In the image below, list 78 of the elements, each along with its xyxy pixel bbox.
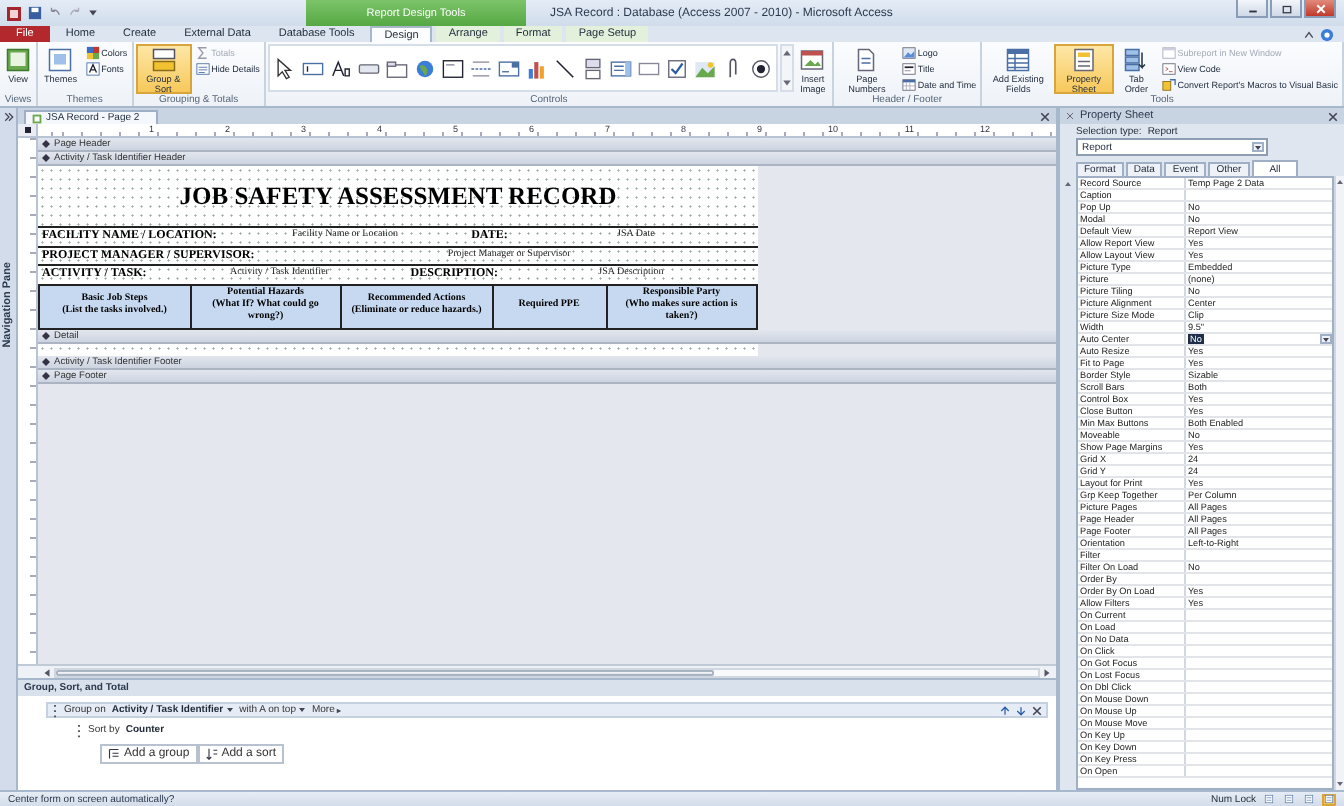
tab-control-icon[interactable]	[385, 57, 408, 79]
page-icon	[854, 48, 879, 72]
line-icon[interactable]	[553, 57, 576, 79]
drag-handle-icon	[52, 703, 58, 717]
caret-icon	[225, 706, 234, 714]
caret-icon	[1322, 335, 1330, 343]
title-icon	[901, 62, 916, 76]
collapse-icon[interactable]	[1066, 112, 1074, 120]
window-icon	[1161, 46, 1176, 60]
view-icon	[1324, 794, 1334, 804]
view-button[interactable]	[1302, 793, 1316, 805]
toggle-icon[interactable]	[581, 57, 604, 79]
caret-icon	[1254, 143, 1262, 151]
close-icon[interactable]	[1040, 111, 1050, 121]
frame-icon[interactable]	[441, 57, 464, 79]
field-list-icon	[1006, 48, 1031, 72]
view-button[interactable]	[1282, 793, 1296, 805]
caret-icon	[88, 8, 98, 18]
left-arrow-icon[interactable]	[42, 667, 52, 677]
down-arrow-icon[interactable]	[1016, 705, 1026, 715]
pointer-icon[interactable]	[273, 57, 296, 79]
close-icon	[1315, 3, 1325, 13]
caret-icon	[297, 706, 306, 714]
rectangle-icon[interactable]	[637, 57, 660, 79]
grouping-icon	[151, 48, 176, 72]
chart-icon[interactable]	[525, 57, 548, 79]
close-icon[interactable]	[1032, 705, 1042, 715]
down-arrow-icon	[1336, 780, 1344, 788]
view-button[interactable]	[1262, 793, 1276, 805]
minimize-ribbon-icon[interactable]	[1304, 29, 1314, 39]
up-arrow-icon[interactable]	[1064, 180, 1072, 188]
drag-handle-icon	[76, 723, 82, 737]
sum-icon	[195, 46, 210, 60]
app-icon	[6, 5, 22, 21]
form-icon	[6, 48, 30, 72]
list-box-icon[interactable]	[609, 57, 632, 79]
code-icon	[1161, 62, 1176, 76]
close-button[interactable]	[1304, 0, 1336, 18]
down-arrow-icon[interactable]	[781, 78, 792, 88]
close-icon[interactable]	[1328, 111, 1338, 121]
up-arrow-icon	[1336, 178, 1344, 186]
up-arrow-icon[interactable]	[1000, 705, 1010, 715]
globe-icon[interactable]	[413, 57, 436, 79]
image-icon	[800, 48, 825, 72]
select-report-icon[interactable]	[23, 126, 31, 134]
right-arrow-icon[interactable]	[1042, 667, 1052, 677]
label-icon[interactable]	[329, 57, 352, 79]
property-sheet-icon	[1071, 48, 1096, 72]
checkbox-icon[interactable]	[665, 57, 688, 79]
scrollbar[interactable]	[1334, 176, 1344, 790]
scrollbar-thumb[interactable]	[56, 669, 714, 675]
logo-icon	[901, 46, 916, 60]
chevron-icon	[3, 112, 13, 122]
radio-icon[interactable]	[749, 57, 772, 79]
tab-order-icon	[1124, 48, 1149, 72]
list-icon	[195, 62, 210, 76]
up-arrow-icon[interactable]	[781, 48, 792, 58]
undo-icon[interactable]	[48, 6, 62, 20]
view-icon	[1304, 794, 1314, 804]
gallery-scrollbar[interactable]	[779, 44, 794, 92]
view-icon	[1284, 794, 1294, 804]
color-swatch-icon	[85, 46, 100, 60]
font-box-icon	[85, 62, 100, 76]
sort-icon	[205, 748, 218, 760]
play-icon	[336, 707, 343, 713]
view-button[interactable]	[1322, 793, 1336, 805]
view-icon	[1264, 794, 1274, 804]
theme-icon	[48, 48, 73, 72]
text-box-icon[interactable]	[301, 57, 324, 79]
report-title[interactable]: JOB SAFETY ASSESSMENT RECORD	[179, 181, 617, 211]
combo-box-icon[interactable]	[497, 57, 520, 79]
convert-icon	[1161, 78, 1176, 92]
calendar-icon	[901, 78, 916, 92]
group-icon	[108, 748, 120, 760]
help-icon[interactable]	[1320, 27, 1334, 41]
restore-icon	[1281, 3, 1291, 13]
restore-button[interactable]	[1270, 0, 1302, 18]
save-icon[interactable]	[28, 6, 42, 20]
